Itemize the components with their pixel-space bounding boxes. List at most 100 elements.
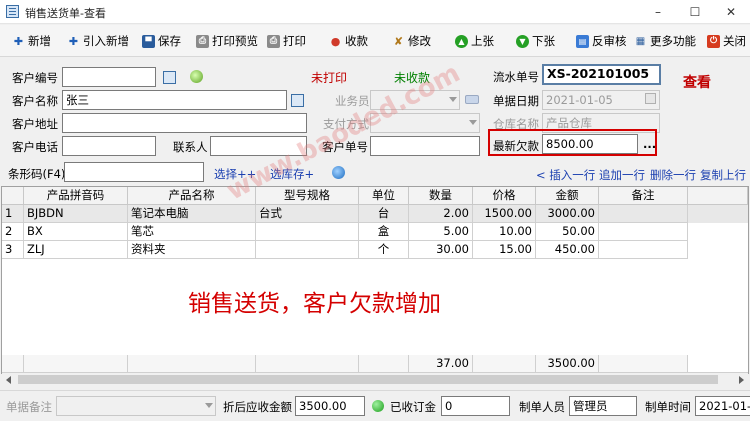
column-header-quantity[interactable]: 数量 [409,187,473,205]
cell-price[interactable]: 1500.00 [473,205,536,223]
app-form-icon [6,5,19,18]
lookup-icon[interactable] [163,71,176,84]
cell-remark[interactable] [599,241,688,259]
totals-cell-empty [256,355,359,373]
deposit-field: 0 [441,396,510,416]
customer-name-input[interactable]: 张三 [62,90,287,110]
cell-unit[interactable]: 台 [359,205,409,223]
totals-cell-empty [473,355,536,373]
save-button[interactable]: ▀ 保存 [142,31,181,51]
cell-unit[interactable]: 个 [359,241,409,259]
annotation-text: 销售送货，客户欠款增加 [188,291,441,317]
column-header-amount[interactable]: 金额 [536,187,599,205]
column-header-unit[interactable]: 单位 [359,187,409,205]
cell-product-name[interactable]: 资料夹 [128,241,256,259]
customer-order-input[interactable] [370,136,480,156]
cell-price[interactable]: 10.00 [473,223,536,241]
maximize-button[interactable]: ☐ [680,2,710,22]
modify-button[interactable]: ✘ 修改 [392,31,431,51]
globe-icon[interactable] [332,166,345,179]
column-header-pinyin[interactable]: 产品拼音码 [24,187,128,205]
total-amount: 3500.00 [536,355,599,373]
make-time-field: 2021-01-2 [695,396,750,416]
discounted-receivable-label: 折后应收金额 [223,400,292,414]
chevron-down-icon [449,97,457,102]
delete-row-link[interactable]: 删除一行 [650,167,696,183]
horizontal-scrollbar[interactable] [2,372,748,386]
import-new-button[interactable]: ✚ 引入新增 [67,31,129,51]
print-button[interactable]: ⎙ 打印 [267,31,306,51]
cell-remark[interactable] [599,223,688,241]
remark-select[interactable] [56,396,216,416]
minimize-button[interactable]: – [643,2,673,22]
date-picker[interactable]: 2021-01-05 [542,90,660,110]
cell-remark[interactable] [599,205,688,223]
cell-price[interactable]: 15.00 [473,241,536,259]
deposit-status-icon [372,400,384,412]
cell-quantity[interactable]: 30.00 [409,241,473,259]
cell-product-name[interactable]: 笔芯 [128,223,256,241]
cell-amount[interactable]: 50.00 [536,223,599,241]
insert-row-link[interactable]: < 插入一行 [536,167,595,183]
lookup-icon[interactable] [291,94,304,107]
collect-button[interactable]: ● 收款 [329,31,368,51]
column-header-filler [688,187,748,205]
prev-button[interactable]: ▲ 上张 [455,31,494,51]
customer-code-input[interactable] [62,67,156,87]
grid-icon: ▦ [635,35,646,47]
table-row[interactable]: 2 BX 笔芯 盒 5.00 10.00 50.00 [2,223,748,241]
more-functions-button[interactable]: ▦ 更多功能 [634,31,696,51]
scroll-right-icon[interactable] [739,376,744,384]
maker-label: 制单人员 [519,400,565,414]
calendar-icon[interactable] [645,93,656,104]
totals-cell-empty [24,355,128,373]
cell-pinyin[interactable]: ZLJ [24,241,128,259]
total-quantity: 37.00 [409,355,473,373]
cell-amount[interactable]: 450.00 [536,241,599,259]
print-preview-button[interactable]: ⎙ 打印预览 [196,31,258,51]
column-header-index [2,187,24,205]
row-index: 2 [2,223,24,241]
document-icon: ▤ [576,34,589,48]
cell-product-name[interactable]: 笔记本电脑 [128,205,256,223]
close-button[interactable]: ⏻ 关闭 [707,31,746,51]
column-header-price[interactable]: 价格 [473,187,536,205]
unaudit-button[interactable]: ▤ 反审核 [576,31,627,51]
scroll-left-icon[interactable] [6,376,11,384]
totals-row: 37.00 3500.00 [2,355,748,373]
barcode-input[interactable] [64,162,204,182]
eraser-icon[interactable] [465,95,479,104]
table-row[interactable]: 1 BJBDN 笔记本电脑 台式 台 2.00 1500.00 3000.00 [2,205,748,223]
cell-amount[interactable]: 3000.00 [536,205,599,223]
date-label: 单据日期 [493,94,539,108]
customer-address-input[interactable] [62,113,307,133]
chevron-down-icon [469,120,477,125]
new-button[interactable]: ✚ 新增 [12,31,51,51]
window-title: 销售送货单-查看 [25,7,106,20]
refresh-icon[interactable] [190,70,203,83]
row-index: 1 [2,205,24,223]
cell-spec[interactable]: 台式 [256,205,359,223]
column-header-spec[interactable]: 型号规格 [256,187,359,205]
close-window-button[interactable]: ✕ [716,2,746,22]
wrench-icon: ✘ [393,34,404,48]
cell-pinyin[interactable]: BJBDN [24,205,128,223]
customer-phone-input[interactable] [62,136,156,156]
copy-row-link[interactable]: 复制上行 [700,167,746,183]
cell-quantity[interactable]: 2.00 [409,205,473,223]
column-header-remark[interactable]: 备注 [599,187,688,205]
cell-pinyin[interactable]: BX [24,223,128,241]
table-row[interactable]: 3 ZLJ 资料夹 个 30.00 15.00 450.00 [2,241,748,259]
append-row-link[interactable]: 追加一行 [599,167,645,183]
floppy-disk-icon: ▀ [142,34,155,48]
cell-unit[interactable]: 盒 [359,223,409,241]
cell-quantity[interactable]: 5.00 [409,223,473,241]
cell-spec[interactable] [256,223,359,241]
debt-detail-button[interactable]: ... [643,137,656,151]
scrollbar-thumb[interactable] [18,375,718,384]
discounted-receivable-field: 3500.00 [295,396,365,416]
cell-spec[interactable] [256,241,359,259]
next-button[interactable]: ▼ 下张 [516,31,555,51]
title-bar: 销售送货单-查看 – ☐ ✕ [0,0,750,24]
view-mode-mark: 查看 [683,75,711,91]
